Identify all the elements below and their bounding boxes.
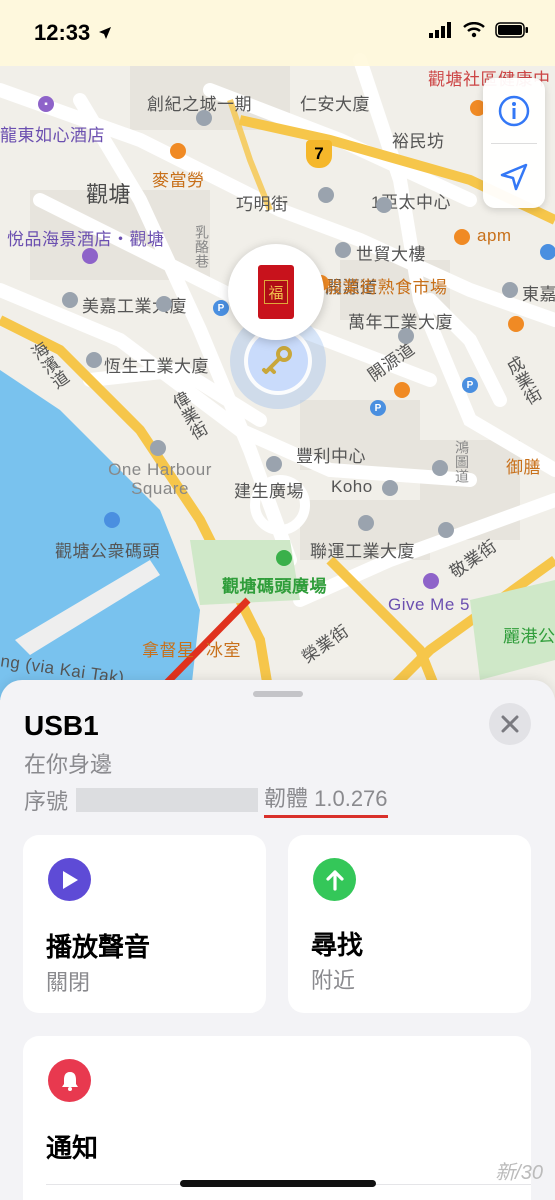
map-label: 駿業街熟食市場 — [325, 278, 448, 297]
play-sound-status: 關閉 — [46, 970, 91, 995]
map-label: 悅品海景酒店・觀塘 — [7, 230, 165, 249]
building-icon — [196, 110, 212, 126]
bell-icon — [48, 1059, 91, 1102]
building-icon — [266, 456, 282, 472]
map-label: 冰室 — [206, 641, 241, 660]
find-card[interactable]: 尋找 附近 — [288, 835, 531, 1013]
status-bar: 12:33 — [0, 0, 555, 66]
notify-title: 通知 — [46, 1133, 99, 1163]
restaurant-icon — [170, 143, 186, 159]
map-label: 乳酪巷 — [194, 225, 210, 269]
cellular-signal-icon — [429, 22, 451, 38]
map-label: 聯運工業大廈 — [310, 542, 415, 561]
building-icon — [438, 522, 454, 538]
map-label: 裕民坊 — [392, 132, 445, 151]
building-icon — [398, 328, 414, 344]
map-label: 巧明街 — [236, 195, 289, 214]
close-button[interactable] — [489, 703, 531, 745]
map-label: Give Me 5 — [388, 595, 470, 614]
watermark: 新/30 — [495, 1162, 543, 1184]
parking-icon: P — [370, 400, 386, 416]
map-label: One Harbour Square — [108, 460, 212, 498]
map-label: Koho — [331, 477, 373, 496]
map-label: 觀塘公衆碼頭 — [55, 542, 160, 561]
building-icon — [156, 296, 172, 312]
parking-icon: P — [462, 377, 478, 393]
location-arrow-icon — [500, 163, 528, 190]
red-envelope-icon: 福 — [258, 265, 294, 319]
map-label: 建生廣場 — [234, 482, 304, 501]
time-text: 12:33 — [34, 20, 91, 45]
building-icon — [502, 282, 518, 298]
serial-row: 序號 韌體 1.0.276 — [24, 781, 388, 818]
map-label: 龍東如心酒店 — [0, 126, 105, 145]
notify-card[interactable]: 通知 — [23, 1036, 531, 1200]
map-view[interactable]: 創紀之城一期 仁安大廈 觀塘社區健康中 龍東如心酒店 裕民坊 觀塘 麥當勞 巧明… — [0, 0, 555, 700]
map-label: 東嘉 — [522, 285, 555, 304]
serial-redacted — [76, 787, 259, 812]
item-status: 在你身邊 — [24, 752, 113, 777]
map-label: 仁安大廈 — [300, 95, 370, 114]
info-button[interactable] — [483, 78, 545, 143]
info-icon — [498, 95, 530, 126]
wifi-icon — [463, 22, 485, 38]
play-sound-card[interactable]: 播放聲音 關閉 — [23, 835, 266, 1013]
item-detail-sheet: USB1 在你身邊 序號 韌體 1.0.276 播放聲音 關閉 尋找 附近 通知… — [0, 680, 555, 1200]
hotel-icon — [82, 248, 98, 264]
map-label: 恆生工業大廈 — [104, 357, 209, 376]
building-icon — [150, 440, 166, 456]
map-label: 麥當勞 — [152, 171, 205, 190]
item-pin[interactable]: 福 — [228, 244, 324, 340]
map-label: 鴻圖道 — [454, 440, 470, 484]
item-name: USB1 — [24, 710, 99, 741]
status-time: 12:33 — [34, 20, 112, 46]
building-icon — [432, 460, 448, 476]
building-icon — [376, 197, 392, 213]
play-sound-title: 播放聲音 — [46, 932, 151, 962]
home-indicator[interactable] — [180, 1180, 376, 1187]
parking-icon: P — [213, 300, 229, 316]
map-label: apm — [477, 226, 512, 245]
map-label: 世貿大樓 — [356, 245, 426, 264]
shopping-icon — [454, 229, 470, 245]
location-arrow-icon — [99, 27, 112, 39]
find-status: 附近 — [311, 968, 356, 993]
close-icon — [501, 715, 519, 733]
building-icon — [62, 292, 78, 308]
park-icon — [276, 550, 292, 566]
restaurant-icon — [508, 316, 524, 332]
map-label: 麗港公 — [503, 627, 555, 646]
arrow-up-icon — [313, 858, 356, 901]
transit-icon — [540, 244, 555, 260]
map-label: 觀塘碼頭廣場 — [222, 577, 327, 596]
map-controls — [483, 78, 545, 208]
envelope-char: 福 — [264, 280, 288, 304]
map-label: 拿督星 — [142, 641, 195, 660]
building-icon — [358, 515, 374, 531]
map-label: 觀塘 — [86, 182, 132, 207]
restaurant-icon — [394, 382, 410, 398]
map-label: 豐利中心 — [296, 447, 366, 466]
building-icon — [86, 352, 102, 368]
bar-icon — [423, 573, 439, 589]
serial-label: 序號 — [24, 788, 69, 814]
building-icon — [335, 242, 351, 258]
firmware-version: 韌體 1.0.276 — [264, 781, 388, 818]
battery-icon — [495, 22, 528, 38]
hotel-icon: ▪ — [38, 96, 54, 112]
ferry-icon — [104, 512, 120, 528]
play-icon — [48, 858, 91, 901]
route-shield: 7 — [306, 140, 332, 168]
sheet-grabber[interactable] — [253, 691, 303, 697]
building-icon — [382, 480, 398, 496]
track-location-button[interactable] — [483, 144, 545, 209]
building-icon — [318, 187, 334, 203]
map-label: 御膳 — [506, 458, 541, 477]
find-title: 尋找 — [311, 930, 364, 960]
